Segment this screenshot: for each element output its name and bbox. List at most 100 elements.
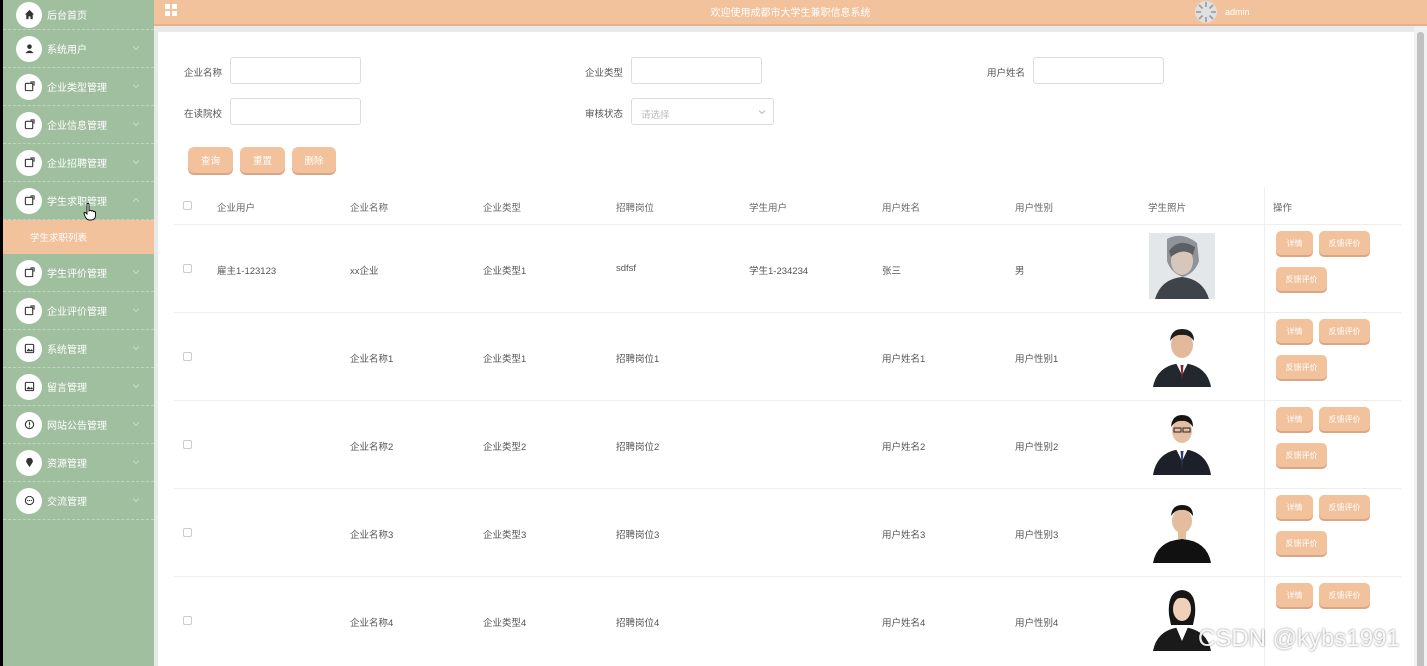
avatar[interactable] <box>1194 0 1218 24</box>
sidebar-item-label: 资源管理 <box>47 459 87 470</box>
cell-company-name: 企业名称3 <box>350 530 394 541</box>
scrollbar[interactable] <box>1414 26 1427 666</box>
sidebar-item-student-review[interactable]: 学生评价管理 <box>3 254 154 292</box>
sidebar-item-message[interactable]: 留言管理 <box>3 368 154 406</box>
cell-gender: 用户性别4 <box>1015 618 1059 629</box>
student-photo[interactable] <box>1149 409 1215 475</box>
column-header: 企业用户 <box>217 203 256 214</box>
student-photo[interactable] <box>1149 321 1215 387</box>
sidebar-item-label: 企业评价管理 <box>47 307 107 318</box>
row-checkbox[interactable] <box>183 616 192 625</box>
detail-button[interactable]: 详情 <box>1276 407 1313 431</box>
edit-icon <box>16 73 42 100</box>
main-content: 企业名称 企业类型 用户姓名 在读院校 审核状态 请选择 查询 重置 删除 企业… <box>158 32 1414 666</box>
chat-icon <box>16 487 42 514</box>
chevron-down-icon <box>132 45 140 50</box>
student-photo[interactable] <box>1149 233 1215 299</box>
delete-button[interactable]: 删除 <box>292 147 336 173</box>
sidebar: 后台首页 系统用户 企业类型管理 企业信息管理 企业招聘管理 学生求职管理 学生… <box>0 0 154 666</box>
user-name-label: 用户姓名 <box>987 68 1026 79</box>
row-checkbox[interactable] <box>183 528 192 537</box>
cell-company-name: 企业名称4 <box>350 618 394 629</box>
info-icon <box>16 411 42 438</box>
sidebar-item-company-info[interactable]: 企业信息管理 <box>3 106 154 144</box>
audit-status-placeholder: 请选择 <box>641 110 670 121</box>
table-row: 雇主1-123123 xx企业 企业类型1 sdfsf 学生1-234234 张… <box>174 225 1401 313</box>
company-type-input[interactable] <box>631 57 762 84</box>
detail-button[interactable]: 详情 <box>1276 495 1313 519</box>
chevron-down-icon <box>132 269 140 274</box>
cell-company-name: xx企业 <box>350 266 379 277</box>
feedback-button[interactable]: 反馈评价 <box>1276 531 1327 555</box>
chevron-down-icon <box>132 83 140 88</box>
watermark: CSDN @kybs1991 <box>1198 625 1400 652</box>
sidebar-item-company-review[interactable]: 企业评价管理 <box>3 292 154 330</box>
edit-icon <box>16 187 42 214</box>
sidebar-item-company-type[interactable]: 企业类型管理 <box>3 68 154 106</box>
sidebar-item-notice[interactable]: 网站公告管理 <box>3 406 154 444</box>
sidebar-subitem-student-job-list[interactable]: 学生求职列表 <box>3 220 154 254</box>
detail-button[interactable]: 详情 <box>1276 583 1313 607</box>
school-input[interactable] <box>230 98 361 125</box>
table-row: 企业名称2 企业类型2 招聘岗位2 用户姓名2 用户性别2 详情 反馈评价 反馈… <box>174 401 1401 489</box>
sidebar-item-resource[interactable]: 资源管理 <box>3 444 154 482</box>
detail-button[interactable]: 详情 <box>1276 319 1313 343</box>
feedback-button[interactable]: 反馈评价 <box>1319 583 1370 607</box>
company-name-input[interactable] <box>230 57 361 84</box>
sidebar-item-student-job[interactable]: 学生求职管理 <box>3 182 154 220</box>
column-header: 学生用户 <box>749 203 788 214</box>
feedback-button[interactable]: 反馈评价 <box>1319 495 1370 519</box>
row-checkbox[interactable] <box>183 352 192 361</box>
cell-user-name: 用户姓名3 <box>882 530 926 541</box>
reset-button[interactable]: 重置 <box>240 147 285 173</box>
detail-button[interactable]: 详情 <box>1276 231 1313 255</box>
column-header: 学生照片 <box>1148 203 1187 214</box>
feedback-button[interactable]: 反馈评价 <box>1319 319 1370 343</box>
audit-status-label: 审核状态 <box>585 109 624 120</box>
sidebar-item-exchange[interactable]: 交流管理 <box>3 482 154 520</box>
sidebar-item-company-recruit[interactable]: 企业招聘管理 <box>3 144 154 182</box>
scrollbar-thumb[interactable] <box>1417 32 1424 666</box>
sidebar-item-label: 学生求职管理 <box>47 197 107 208</box>
select-all-checkbox[interactable] <box>183 201 192 210</box>
feedback-button[interactable]: 反馈评价 <box>1276 355 1327 379</box>
table-header: 企业用户 企业名称 企业类型 招聘岗位 学生用户 用户姓名 用户性别 学生照片 … <box>174 187 1401 225</box>
column-header: 用户性别 <box>1015 203 1054 214</box>
feedback-button[interactable]: 反馈评价 <box>1319 231 1370 255</box>
sidebar-item-label: 学生评价管理 <box>47 269 107 280</box>
table-row: 企业名称3 企业类型3 招聘岗位3 用户姓名3 用户性别3 详情 反馈评价 反馈… <box>174 489 1401 577</box>
cell-user-name: 用户姓名4 <box>882 618 926 629</box>
audit-status-select[interactable]: 请选择 <box>631 98 774 125</box>
table-row: 企业名称1 企业类型1 招聘岗位1 用户姓名1 用户性别1 详情 反馈评价 反馈… <box>174 313 1401 401</box>
cell-position: 招聘岗位4 <box>616 618 660 629</box>
cell-gender: 男 <box>1015 266 1025 277</box>
sidebar-item-system-users[interactable]: 系统用户 <box>3 30 154 68</box>
cell-company-type: 企业类型1 <box>483 266 527 277</box>
user-name-input[interactable] <box>1033 57 1164 84</box>
query-button[interactable]: 查询 <box>188 147 233 173</box>
feedback-button[interactable]: 反馈评价 <box>1319 407 1370 431</box>
feedback-button[interactable]: 反馈评价 <box>1276 267 1327 291</box>
row-checkbox[interactable] <box>183 264 192 273</box>
column-header: 企业类型 <box>483 203 522 214</box>
image-icon <box>16 373 42 400</box>
column-header: 操作 <box>1273 203 1293 214</box>
cell-student-user: 学生1-234234 <box>749 266 809 277</box>
chevron-up-icon <box>132 197 140 202</box>
sidebar-item-label: 系统用户 <box>47 45 87 56</box>
cell-company-type: 企业类型2 <box>483 442 527 453</box>
sidebar-item-label: 企业类型管理 <box>47 83 107 94</box>
row-checkbox[interactable] <box>183 440 192 449</box>
home-icon <box>16 1 42 28</box>
chevron-down-icon <box>132 459 140 464</box>
user-name[interactable]: admin <box>1225 7 1250 17</box>
chevron-down-icon <box>758 110 766 115</box>
sidebar-item-home[interactable]: 后台首页 <box>3 0 154 30</box>
sidebar-item-label: 交流管理 <box>47 497 87 508</box>
cell-company-type: 企业类型4 <box>483 618 527 629</box>
actions-column-divider <box>1264 187 1265 666</box>
sidebar-item-label: 留言管理 <box>47 383 87 394</box>
feedback-button[interactable]: 反馈评价 <box>1276 443 1327 467</box>
student-photo[interactable] <box>1149 497 1215 563</box>
sidebar-item-system-manage[interactable]: 系统管理 <box>3 330 154 368</box>
